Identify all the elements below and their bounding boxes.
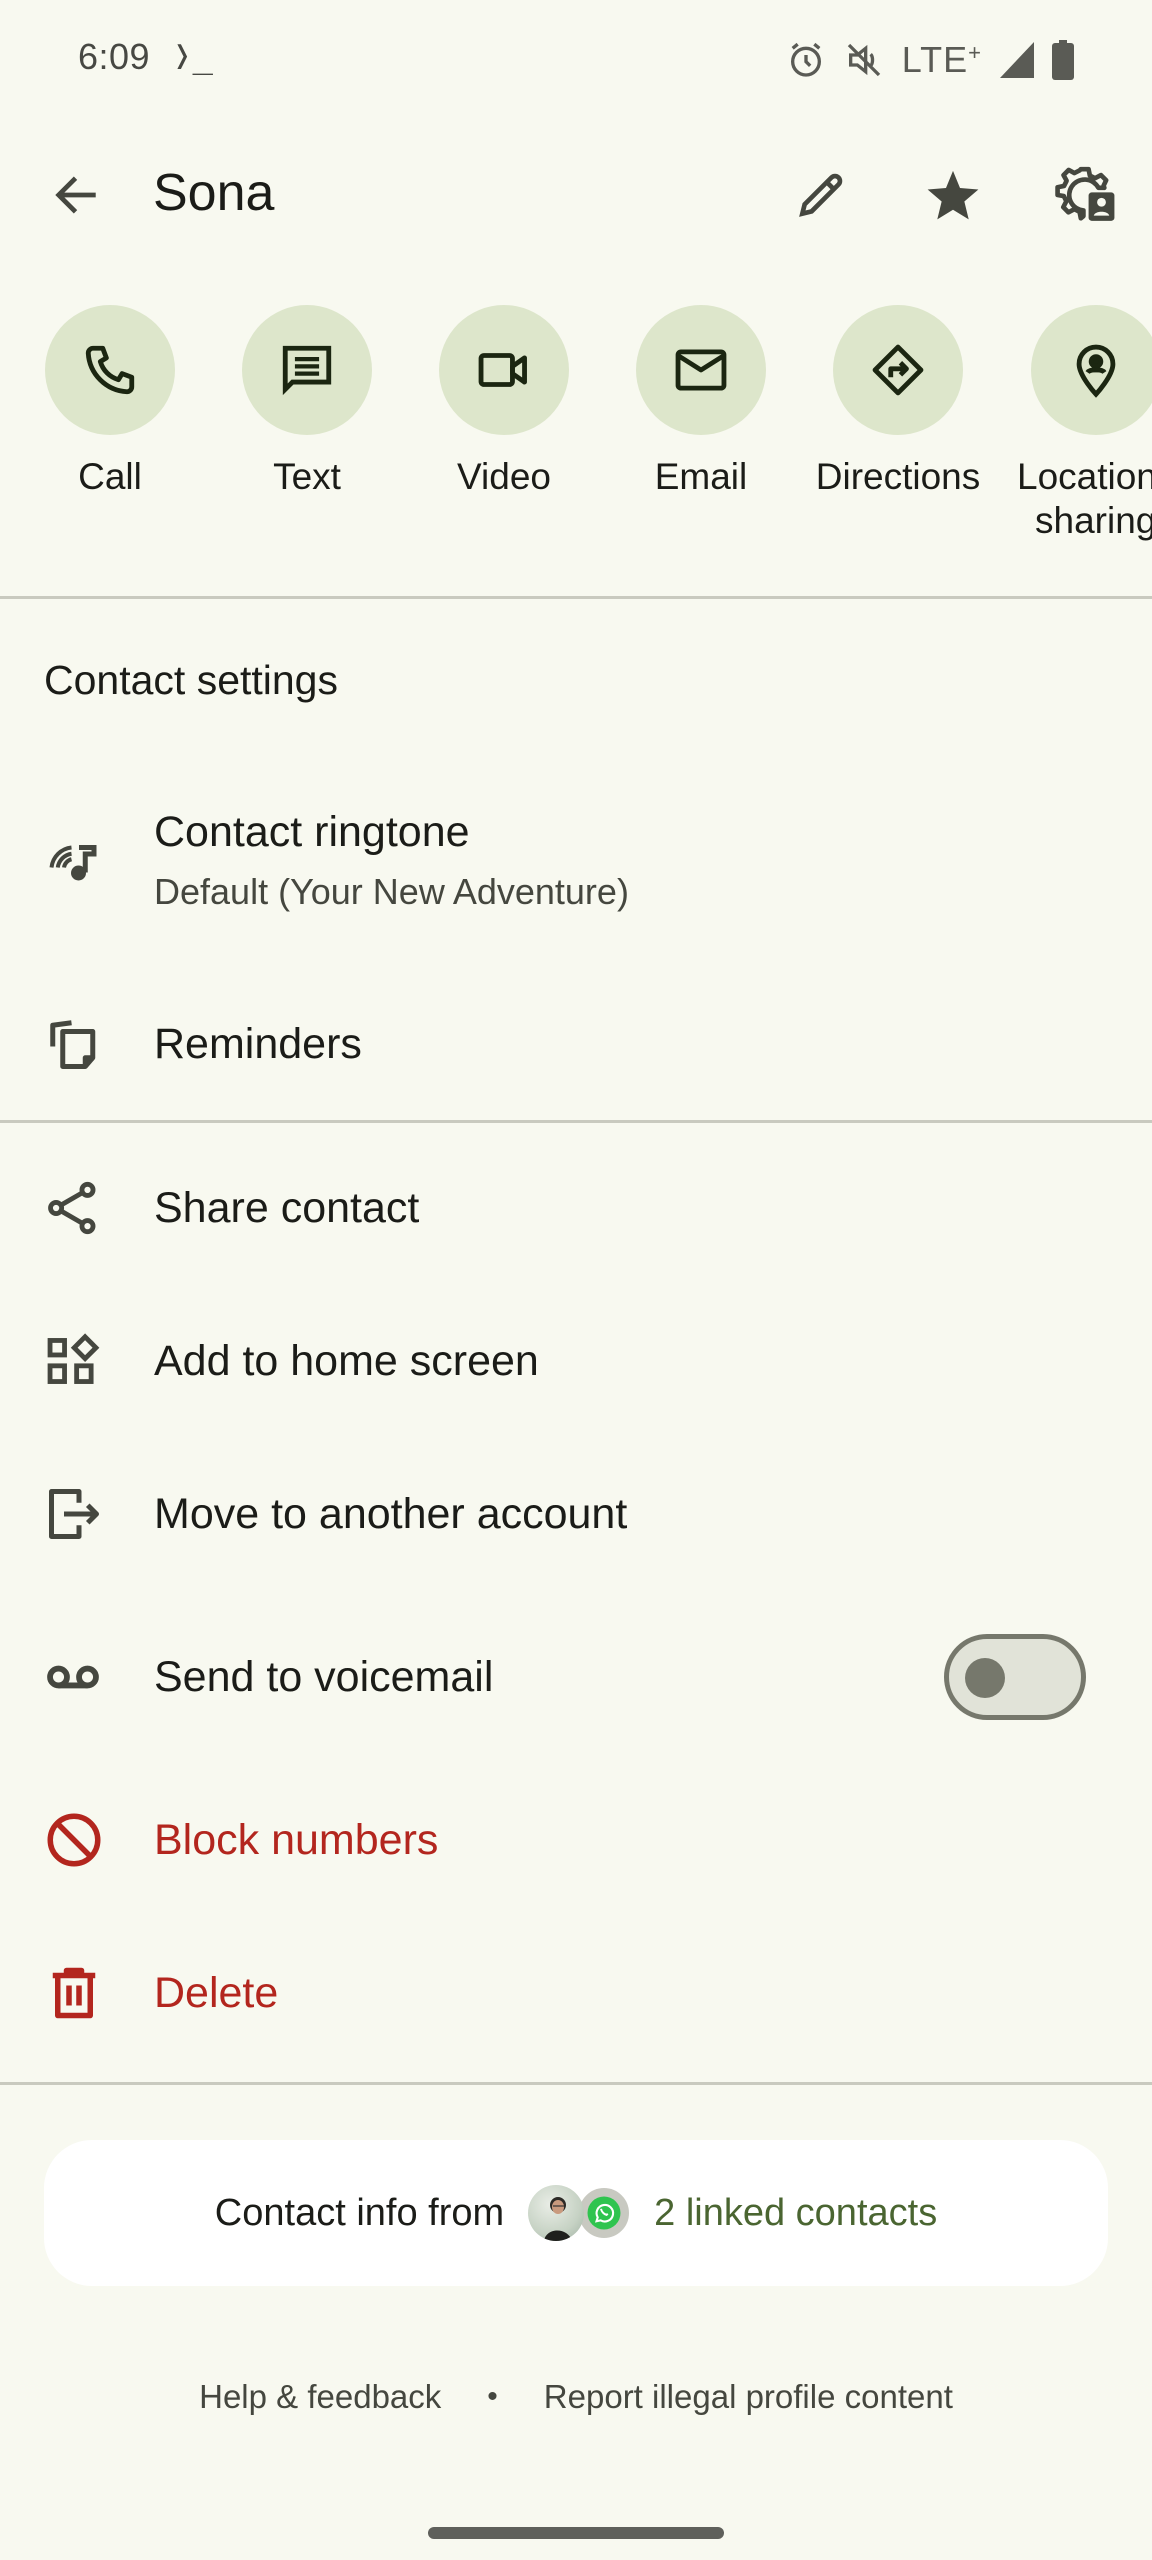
- divider: [0, 2082, 1152, 2085]
- share-icon-wrap: [0, 1179, 154, 1237]
- action-label-line2: sharing: [1035, 500, 1152, 541]
- voicemail-icon: [47, 1665, 99, 1689]
- share-contact-label: Share contact: [154, 1183, 420, 1232]
- block-icon-wrap: [0, 1810, 154, 1870]
- action-label-line1: Location: [1017, 456, 1152, 497]
- linked-contacts-card[interactable]: Contact info from 2 linked contacts: [44, 2140, 1108, 2286]
- action-call[interactable]: Call: [20, 305, 200, 499]
- network-suffix: +: [968, 40, 982, 65]
- back-button[interactable]: [36, 155, 116, 235]
- battery-icon: [1052, 40, 1074, 80]
- contact-photo-avatar: [528, 2185, 585, 2241]
- share-icon: [48, 1181, 96, 1235]
- action-label: Text: [273, 456, 341, 497]
- voicemail-toggle[interactable]: [944, 1634, 1086, 1720]
- row-move-to-another-account[interactable]: Move to another account: [0, 1461, 1152, 1567]
- favorite-button[interactable]: [913, 155, 993, 235]
- report-content-link[interactable]: Report illegal profile content: [544, 2378, 953, 2416]
- call-button[interactable]: [45, 305, 175, 435]
- action-email[interactable]: Email: [611, 305, 791, 499]
- signal-icon: [1000, 42, 1034, 78]
- voicemail-label: Send to voicemail: [154, 1652, 494, 1701]
- mail-icon: [675, 349, 727, 391]
- ringtone-value: Default (Your New Adventure): [154, 870, 629, 912]
- block-icon: [47, 1813, 101, 1867]
- action-video[interactable]: Video: [414, 305, 594, 499]
- contact-settings-gear-icon: [1055, 166, 1115, 221]
- whatsapp-avatar: [576, 2185, 633, 2241]
- help-feedback-link[interactable]: Help & feedback: [199, 2378, 441, 2416]
- reminders-icon-wrap: [0, 1014, 154, 1074]
- row-delete[interactable]: Delete: [0, 1940, 1152, 2046]
- voicemail-icon-wrap: [0, 1648, 154, 1706]
- move-account-label: Move to another account: [154, 1489, 628, 1538]
- alarm-icon: [786, 40, 826, 80]
- directions-icon: [872, 344, 924, 396]
- whatsapp-icon: [587, 2196, 621, 2230]
- network-label: LTE: [901, 39, 969, 80]
- linked-prefix: Contact info from: [214, 2191, 505, 2234]
- row-contact-ringtone[interactable]: Contact ringtone Default (Your New Adven…: [0, 800, 1152, 920]
- divider: [0, 1120, 1152, 1123]
- row-add-to-home-screen[interactable]: Add to home screen: [0, 1308, 1152, 1414]
- trash-icon: [52, 1967, 96, 2019]
- linked-avatars: [528, 2185, 633, 2241]
- status-time: 6:09: [78, 36, 151, 77]
- text-button[interactable]: [242, 305, 372, 435]
- action-label: Directions: [815, 456, 981, 497]
- delete-icon-wrap: [0, 1963, 154, 2023]
- edit-button[interactable]: [781, 155, 861, 235]
- ringtone-icon-wrap: [0, 830, 154, 890]
- video-button[interactable]: [439, 305, 569, 435]
- reminders-label: Reminders: [154, 1019, 362, 1068]
- action-label: Email: [654, 456, 748, 497]
- action-label-location: Location sharing: [1005, 455, 1152, 543]
- ringtone-label: Contact ringtone: [154, 807, 470, 856]
- widgets-icon: [47, 1333, 100, 1384]
- reminders-icon: [50, 1020, 96, 1069]
- row-block-numbers[interactable]: Block numbers: [0, 1787, 1152, 1893]
- contact-settings-button[interactable]: [1046, 155, 1126, 235]
- video-camera-icon: [478, 353, 527, 387]
- action-text[interactable]: Text: [217, 305, 397, 499]
- action-label: Call: [78, 456, 142, 497]
- contact-name-title: Sona: [153, 164, 275, 222]
- action-location-sharing[interactable]: Location sharing: [1005, 305, 1152, 543]
- footer-links: Help & feedback • Report illegal profile…: [0, 2378, 1152, 2416]
- add-home-label: Add to home screen: [154, 1336, 539, 1385]
- ringtone-text: Contact ringtone Default (Your New Adven…: [154, 808, 629, 913]
- row-reminders[interactable]: Reminders: [0, 990, 1152, 1098]
- network-type: LTE+: [902, 39, 982, 81]
- location-sharing-button[interactable]: [1031, 305, 1152, 435]
- phone-icon: [85, 345, 135, 395]
- message-icon: [282, 345, 332, 396]
- action-label: Video: [457, 456, 551, 497]
- action-directions[interactable]: Directions: [808, 305, 988, 499]
- ringtone-icon: [49, 845, 97, 881]
- add-home-icon-wrap: [0, 1332, 154, 1390]
- edit-pencil-icon: [799, 173, 843, 217]
- vibrate-off-icon: [844, 40, 884, 80]
- star-icon: [927, 170, 979, 220]
- toggle-knob: [965, 1658, 1005, 1698]
- footer-separator: •: [487, 2380, 498, 2413]
- move-account-icon: [49, 1489, 99, 1539]
- directions-button[interactable]: [833, 305, 963, 435]
- terminal-icon: ❭_: [172, 36, 213, 76]
- location-person-icon: [1076, 344, 1116, 398]
- status-icons: LTE+: [786, 36, 1074, 84]
- linked-contacts-link[interactable]: 2 linked contacts: [654, 2192, 937, 2235]
- section-title-contact-settings: Contact settings: [44, 657, 338, 703]
- back-arrow-icon: [55, 176, 96, 214]
- row-share-contact[interactable]: Share contact: [0, 1155, 1152, 1261]
- gesture-nav-bar[interactable]: [428, 2527, 724, 2539]
- move-icon-wrap: [0, 1484, 154, 1544]
- delete-label: Delete: [154, 1968, 279, 2017]
- email-button[interactable]: [636, 305, 766, 435]
- divider: [0, 596, 1152, 599]
- block-numbers-label: Block numbers: [154, 1815, 439, 1864]
